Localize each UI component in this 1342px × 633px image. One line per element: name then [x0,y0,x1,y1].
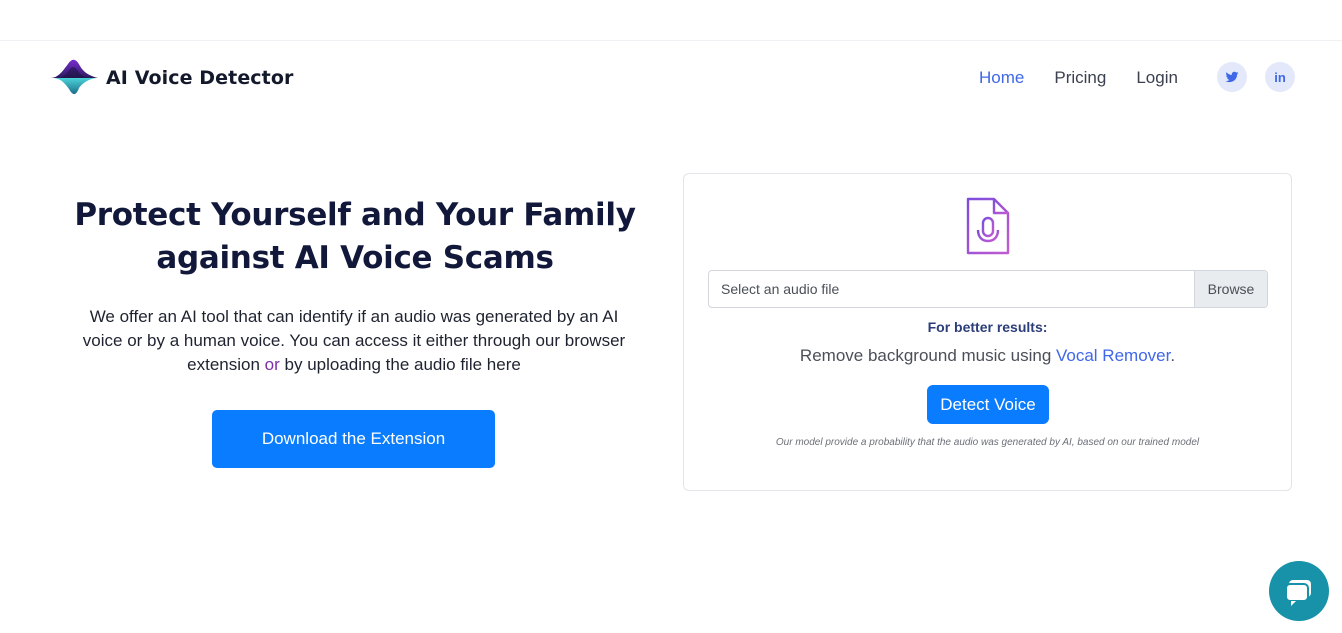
better-results-heading: For better results: [927,319,1048,335]
audio-file-input[interactable]: Select an audio file Browse [708,270,1268,308]
file-input-placeholder[interactable]: Select an audio file [709,271,1194,307]
nav-login-link[interactable]: Login [1136,66,1178,90]
chat-bubble-icon [1285,580,1311,606]
browse-button[interactable]: Browse [1194,271,1267,307]
nav-pricing-link[interactable]: Pricing [1054,66,1106,90]
upload-card: Select an audio file Browse For better r… [683,173,1292,491]
hero-title: Protect Yourself and Your Family against… [74,197,636,276]
linkedin-icon: in [1274,69,1286,85]
waveform-logo-icon [50,59,98,95]
brand-name: AI Voice Detector [106,67,294,89]
audio-file-icon [966,197,1010,255]
remove-text: Remove background music using [799,346,1056,365]
remove-text-end: . [1170,346,1176,365]
download-extension-button[interactable]: Download the Extension [212,410,495,468]
model-disclaimer: Our model provide a probability that the… [775,437,1200,448]
twitter-button[interactable] [1217,62,1247,92]
main-nav: Home Pricing Login [979,66,1208,90]
twitter-icon [1225,71,1239,83]
nav-home-link[interactable]: Home [979,66,1024,90]
hero-text-or: or [264,355,280,374]
hero-description: We offer an AI tool that can identify if… [70,305,638,377]
brand-logo[interactable]: AI Voice Detector [50,56,293,100]
linkedin-button[interactable]: in [1265,62,1295,92]
top-strip [0,0,1342,41]
remove-music-tip: Remove background music using Vocal Remo… [684,346,1291,366]
chat-widget-button[interactable] [1269,561,1329,621]
vocal-remover-link[interactable]: Vocal Remover [1056,346,1170,365]
detect-voice-button[interactable]: Detect Voice [927,385,1049,424]
hero-text-part2: by uploading the audio file here [279,355,521,374]
